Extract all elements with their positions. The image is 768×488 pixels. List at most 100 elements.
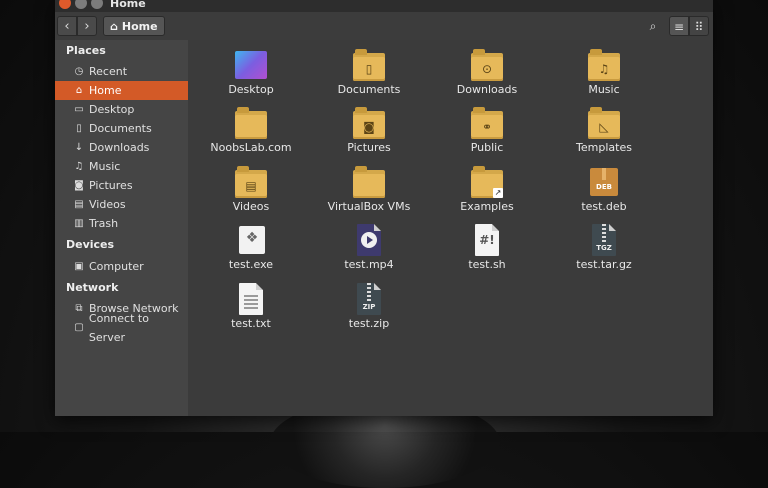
folder-icon [353,166,385,198]
sidebar-item-label: Trash [89,217,119,230]
desktop-folder-icon [235,49,267,81]
download-icon: ↓ [74,142,84,153]
sidebar-item-desktop[interactable]: ▭ Desktop [55,100,188,119]
file-item-music[interactable]: ♫ Music [554,44,654,98]
file-item-test-zip[interactable]: ZIP test.zip [319,278,419,332]
sidebar-item-label: Computer [89,260,144,273]
toolbar: ‹ › ⌂ Home ⌕ ≡ ⠿ [55,12,713,40]
sidebar-item-music[interactable]: ♫ Music [55,157,188,176]
file-label: NoobsLab.com [210,141,292,154]
file-item-test-txt[interactable]: test.txt [201,278,301,332]
file-manager-window: Home ‹ › ⌂ Home ⌕ ≡ ⠿ Places ◷ Recent ⌂ Hom… [55,0,713,416]
places-heading: Places [66,44,106,57]
file-label: test.exe [228,258,274,271]
file-label: test.deb [581,200,627,213]
folder-icon: ◺ [588,107,620,139]
file-label: Desktop [228,83,274,96]
home-icon: ⌂ [110,19,118,33]
file-item-test-deb[interactable]: DEB test.deb [554,161,654,215]
grid-view-button[interactable]: ⠿ [689,16,709,36]
document-icon: ▯ [76,123,82,134]
file-item-public[interactable]: ⚭ Public [437,102,537,156]
file-label: test.txt [231,317,271,330]
file-item-desktop[interactable]: Desktop [201,44,301,98]
sidebar-item-videos[interactable]: ▤ Videos [55,195,188,214]
sidebar-item-label: Connect to Server [88,311,149,344]
file-item-templates[interactable]: ◺ Templates [554,102,654,156]
file-label: Examples [460,200,514,213]
clock-icon: ◷ [74,66,84,77]
file-item-noobslab-com[interactable]: NoobsLab.com [201,102,301,156]
file-label: Documents [337,83,401,96]
file-label: Videos [232,200,270,213]
file-label: Music [588,83,620,96]
sidebar-item-pictures[interactable]: ◙ Pictures [55,176,188,195]
file-item-test-exe[interactable]: ❖ test.exe [201,219,301,273]
folder-icon: ♫ [588,49,620,81]
breadcrumb-label: Home [121,19,158,33]
home-icon: ⌂ [75,85,83,96]
list-view-button[interactable]: ≡ [669,16,689,36]
file-item-test-mp4[interactable]: test.mp4 [319,219,419,273]
video-file-icon [353,224,385,256]
maximize-window-button[interactable] [91,0,103,9]
folder-link-icon: ↗ [471,166,503,198]
close-window-button[interactable] [59,0,71,9]
folder-icon: ⚭ [471,107,503,139]
file-label: Templates [576,141,632,154]
breadcrumb-home[interactable]: ⌂ Home [103,16,165,36]
sidebar-item-label: Documents [89,122,152,135]
file-label: VirtualBox VMs [327,200,411,213]
text-file-icon [235,283,267,315]
sidebar: Places ◷ Recent ⌂ Home ▭ Desktop ▯ Documents ↓ Do… [55,40,188,416]
search-button[interactable]: ⌕ [643,16,663,36]
file-item-virtualbox-vms[interactable]: VirtualBox VMs [319,161,419,215]
sidebar-item-downloads[interactable]: ↓ Downloads [55,138,188,157]
folder-icon [235,107,267,139]
sidebar-item-trash[interactable]: ▥ Trash [55,214,188,233]
title-bar: Home [55,0,713,12]
file-label: Downloads [456,83,518,96]
minimize-window-button[interactable] [75,0,87,9]
file-label: Pictures [347,141,391,154]
file-label: test.sh [468,258,506,271]
folder-icon: ▭ [74,104,84,115]
folder-icon: ⊙ [471,49,503,81]
file-item-documents[interactable]: ▯ Documents [319,44,419,98]
back-button[interactable]: ‹ [57,16,77,36]
sidebar-item-recent[interactable]: ◷ Recent [55,62,188,81]
sidebar-item-documents[interactable]: ▯ Documents [55,119,188,138]
file-item-pictures[interactable]: ◙ Pictures [319,102,419,156]
sidebar-item-label: Pictures [89,179,133,192]
file-item-videos[interactable]: ▤ Videos [201,161,301,215]
file-item-test-tar-gz[interactable]: TGZ test.tar.gz [554,219,654,273]
file-label: test.mp4 [344,258,394,271]
folder-icon: ◙ [353,107,385,139]
sidebar-item-label: Downloads [89,141,150,154]
sidebar-item-computer[interactable]: ▣ Computer [55,257,188,276]
sidebar-item-label: Videos [89,198,126,211]
list-icon: ≡ [673,20,685,34]
archive-icon: TGZ [588,224,620,256]
sidebar-item-label: Desktop [89,103,135,116]
drive-icon: ▣ [74,261,84,272]
film-icon: ▤ [74,199,84,210]
archive-icon: ZIP [353,283,385,315]
sidebar-item-label: Music [89,160,121,173]
window-title: Home [110,0,146,10]
file-item-test-sh[interactable]: #! test.sh [437,219,537,273]
file-grid: Desktop ▯ Documents ⊙ Downloads ♫ Music NoobsLa… [188,40,713,416]
sidebar-item-connect-to-server[interactable]: ▢ Connect to Server [55,312,188,344]
file-item-downloads[interactable]: ⊙ Downloads [437,44,537,98]
sidebar-item-label: Recent [89,65,128,78]
grid-icon: ⠿ [694,20,704,34]
forward-button[interactable]: › [77,16,97,36]
sidebar-item-label: Home [89,84,122,97]
sidebar-item-home[interactable]: ⌂ Home [55,81,188,100]
search-icon: ⌕ [649,19,657,33]
camera-icon: ◙ [74,180,84,191]
chevron-left-icon: ‹ [64,19,70,34]
file-item-examples[interactable]: ↗ Examples [437,161,537,215]
network-icon: ⧉ [75,303,83,314]
devices-heading: Devices [66,238,115,251]
